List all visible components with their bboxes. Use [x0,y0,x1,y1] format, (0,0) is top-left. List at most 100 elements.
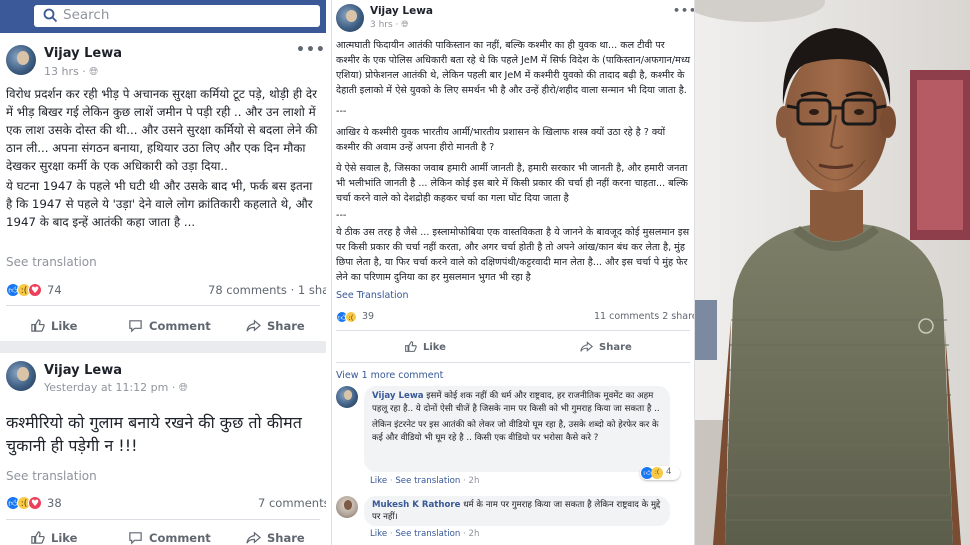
post-time[interactable]: 3 hrs · 🌐︎ [370,20,408,30]
comment-author[interactable]: Vijay Lewa [372,391,424,401]
comment-author[interactable]: Mukesh K Rathore [372,500,460,510]
reactions-count[interactable]: 38 [47,496,62,510]
avatar[interactable] [336,4,364,32]
post-time[interactable]: Yesterday at 11:12 pm · 🌐︎ [44,381,188,395]
divider [336,362,690,363]
like-label: Like [51,319,78,333]
search-input[interactable]: Search [34,5,320,27]
comment-actions: Like · See translation · 2h [370,476,480,486]
like-button[interactable]: Like [404,340,446,353]
share-icon [580,341,594,352]
post-time[interactable]: 13 hrs · 🌐︎ [44,65,98,79]
comment-icon [129,532,142,545]
comment-like-link[interactable]: Like [370,529,387,539]
comment-body: लेकिन इंटरनेट पर इस आतंकी को लेकर जो वीड… [372,420,659,443]
comment-reactions[interactable]: 👍︎ :( 4 [640,466,680,480]
like-icon [31,531,45,544]
comment-text: Vijay Lewa इसमें कोई शक नहीं की धर्म और … [372,390,664,444]
globe-icon: 🌐︎ [89,65,99,78]
person-photo [695,0,970,545]
globe-icon: 🌐︎ [178,381,188,394]
post-paragraph: ये ऐसे सवाल है, जिसका जवाब हमारी आर्मी ज… [336,163,688,204]
sad-reaction-icon: :( [651,467,663,479]
comment-label: Comment [149,531,211,545]
like-label: Like [423,342,446,353]
comments-shares-count[interactable]: 11 comments 2 shares [594,311,694,322]
comment-button[interactable]: Comment [128,530,211,545]
sad-reaction-icon: :( [345,311,357,323]
view-more-comments-link[interactable]: View 1 more comment [336,370,443,381]
like-button[interactable]: Like [30,530,77,545]
author-name[interactable]: Vijay Lewa [370,5,433,17]
share-button[interactable]: Share [246,530,305,545]
comment-actions: Like · See translation · 2h [370,529,480,539]
reactions-icons[interactable]: 👍︎ :( ♥ [6,283,46,299]
comment-button[interactable]: Comment [128,318,211,333]
more-options-icon[interactable]: ••• [296,42,326,58]
post-1: Vijay Lewa 13 hrs · 🌐︎ ••• विरोध प्रदर्श… [0,33,326,338]
globe-icon: 🌐︎ [401,20,409,30]
share-icon [246,531,262,544]
comment-icon [129,320,142,333]
post-separator: --- [336,210,347,221]
love-reaction-icon: ♥ [28,283,42,297]
comment-avatar[interactable] [336,386,358,408]
comment-text: Mukesh K Rathore धर्म के नाम पर गुमराह क… [372,499,664,523]
like-button[interactable]: Like [30,318,77,333]
share-label: Share [267,319,305,333]
divider [6,305,320,306]
post-paragraph: ये ठीक उस तरह है जैसे ... इस्लामोफोबिया … [336,227,690,283]
reactions-icons[interactable]: 👍︎ :( ♥ [6,496,42,512]
avatar[interactable] [6,361,36,391]
post-time-text: Yesterday at 11:12 pm · [44,381,179,394]
post-separator: --- [336,106,347,117]
share-button[interactable]: Share [580,340,632,353]
comments-count[interactable]: 7 comments [258,496,326,510]
post-text: आत्मघाती फिदायीन आतंकी पाकिस्तान का नहीं… [336,38,690,285]
like-icon [31,319,45,332]
author-name[interactable]: Vijay Lewa [44,46,122,61]
comment-see-translation[interactable]: See translation [395,476,460,486]
comment-see-translation[interactable]: See translation [395,529,460,539]
reactions-count[interactable]: 74 [47,283,62,297]
share-icon [246,319,262,332]
comment-time[interactable]: 2h [469,476,480,486]
search-placeholder: Search [63,7,110,23]
comment-bubble: Vijay Lewa इसमें कोई शक नहीं की धर्म और … [364,386,670,472]
divider [336,330,690,331]
photo-illustration [695,0,970,545]
post-text: विरोध प्रदर्शन कर रही भीड़ पे अचानक सुरक… [6,85,318,231]
comment-like-link[interactable]: Like [370,476,387,486]
middle-screenshot: Vijay Lewa 3 hrs · 🌐︎ ••• आत्मघाती फिदाय… [331,0,695,545]
post-paragraph: आखिर ये कश्मीरी युवक भारतीय आर्मी/भारतीय… [336,127,666,153]
more-options-icon[interactable]: ••• [673,4,694,17]
comment-reaction-count: 4 [666,467,672,477]
post-time-text: 3 hrs · [370,20,402,30]
left-screenshot: Search Vijay Lewa 13 hrs · 🌐︎ ••• विरोध … [0,0,326,545]
love-reaction-icon: ♥ [28,496,42,510]
comments-shares-count[interactable]: 78 comments · 1 share [208,283,326,297]
share-button[interactable]: Share [246,318,305,333]
post-paragraph: विरोध प्रदर्शन कर रही भीड़ पे अचानक सुरक… [6,87,318,173]
comment-avatar[interactable] [336,496,358,518]
comment-label: Comment [149,319,211,333]
like-icon [405,341,417,352]
like-label: Like [51,531,78,545]
comment-time[interactable]: 2h [469,529,480,539]
post-2: Vijay Lewa Yesterday at 11:12 pm · 🌐︎ कश… [0,353,326,545]
reactions-icons[interactable]: 👍︎ :( [336,311,362,327]
post-text: कश्मीरियो को गुलाम बनाये रखने की कुछ तो … [6,413,302,455]
author-name[interactable]: Vijay Lewa [44,363,122,378]
post-paragraph: ये घटना 1947 के पहले भी घटी थी और उसके ब… [6,179,313,229]
avatar[interactable] [6,45,36,75]
post-paragraph: आत्मघाती फिदायीन आतंकी पाकिस्तान का नहीं… [336,40,691,96]
reactions-count[interactable]: 39 [362,311,374,322]
search-icon [43,8,58,23]
share-label: Share [267,531,305,545]
see-translation-link[interactable]: See Translation [336,290,409,301]
share-label: Share [599,342,632,353]
see-translation-link[interactable]: See translation [6,255,97,269]
see-translation-link[interactable]: See translation [6,469,97,483]
divider [6,519,320,520]
top-bar: Search [0,0,326,33]
